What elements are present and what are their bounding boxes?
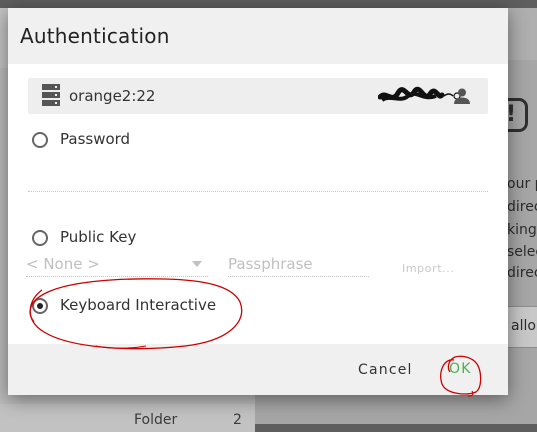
radio-label-public-key: Public Key [60,228,137,246]
dialog-title: Authentication [20,24,170,48]
host-row: orange2:22 [28,78,488,114]
key-select[interactable]: < None > [26,252,208,277]
background-text: selec [507,244,537,260]
radio-button-password[interactable] [32,132,48,148]
authentication-dialog: Authentication orange2:22 Password Publi… [8,8,508,395]
host-label: orange2:22 [69,87,156,105]
key-select-value: < None > [26,255,100,273]
passphrase-input[interactable] [228,252,369,277]
background-text: direc [507,265,537,281]
background-text: king [507,222,537,238]
background-text: our p [507,176,537,192]
import-button[interactable]: Import... [402,262,454,275]
background-row [0,404,255,432]
server-icon [42,84,60,106]
background-text: direc [507,199,537,215]
background-allow-button: allo [505,306,537,348]
password-field-underline[interactable] [28,191,488,192]
background-folder-count: 2 [233,412,242,428]
radio-button-public-key[interactable] [32,230,48,246]
background-folder-label: Folder [134,412,178,428]
chevron-down-icon [192,261,202,267]
user-icon [454,88,470,104]
cancel-button[interactable]: Cancel [358,362,413,378]
radio-label-keyboard-interactive: Keyboard Interactive [60,296,217,314]
ok-button[interactable]: OK [449,361,472,377]
dialog-titlebar: Authentication [8,8,508,64]
radio-label-password: Password [60,130,131,148]
radio-button-keyboard-interactive[interactable] [32,298,48,314]
background-allow-label: allo [511,318,536,334]
dialog-footer: Cancel OK [8,344,508,395]
